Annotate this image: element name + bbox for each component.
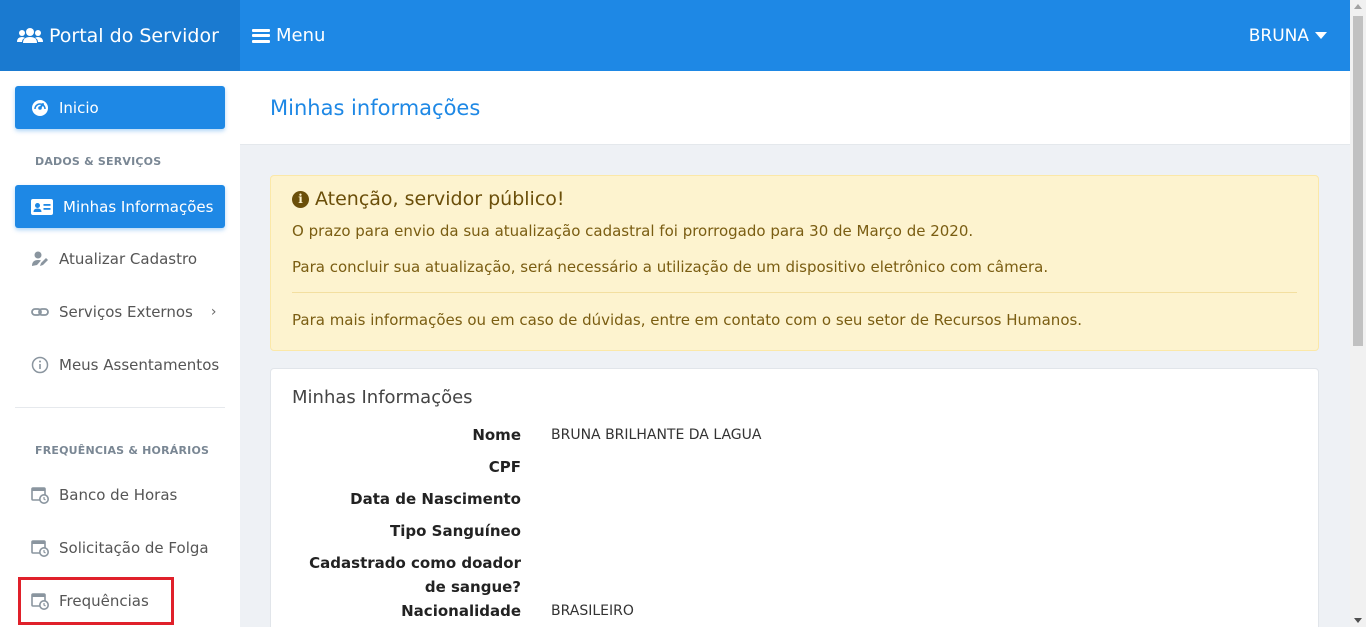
sidebar-item-meus-assentamentos[interactable]: Meus Assentamentos: [15, 343, 225, 386]
info-label: de sangue?: [424, 578, 521, 596]
sidebar-item-servicos-externos[interactable]: Serviços Externos ›: [15, 290, 225, 333]
page-header: Minhas informações: [240, 71, 1350, 145]
card-title: Minhas Informações: [292, 387, 473, 408]
sidebar-divider: [15, 407, 225, 408]
section-header-frequencias: FREQUÊNCIAS & HORÁRIOS: [35, 444, 210, 457]
sidebar: Inicio DADOS & SERVIÇOS Minhas Informaçõ…: [0, 71, 240, 627]
link-icon: [31, 307, 49, 316]
alert-text-line2: Para concluir sua atualização, será nece…: [292, 258, 1049, 276]
hamburger-icon: [252, 28, 270, 43]
menu-label: Menu: [276, 25, 326, 46]
sidebar-item-label: Inicio: [59, 98, 99, 117]
info-label: Tipo Sanguíneo: [390, 522, 521, 540]
brand[interactable]: Portal do Servidor: [0, 0, 240, 71]
info-label: CPF: [488, 458, 521, 476]
info-label: Nacionalidade: [401, 602, 521, 620]
sidebar-item-label: Solicitação de Folga: [59, 538, 209, 557]
sidebar-item-label: Frequências: [59, 591, 149, 610]
info-label: Data de Nascimento: [350, 490, 521, 508]
calendar-clock-icon: [31, 486, 49, 504]
main-content: Minhas informações i Atenção, servidor p…: [240, 71, 1350, 627]
info-value: BRUNA BRILHANTE DA LAGUA: [551, 427, 762, 443]
info-card: Minhas Informações Nome BRUNA BRILHANTE …: [270, 368, 1319, 627]
caret-down-icon: [1315, 32, 1327, 39]
alert-text-line1: O prazo para envio da sua atualização ca…: [292, 222, 974, 240]
sidebar-item-label: Atualizar Cadastro: [59, 249, 198, 268]
sidebar-item-atualizar-cadastro[interactable]: Atualizar Cadastro: [15, 237, 225, 280]
sidebar-item-label: Banco de Horas: [59, 485, 178, 504]
info-circle-icon: [31, 356, 49, 373]
scroll-up-icon[interactable]: [1354, 4, 1362, 9]
sidebar-item-minhas-informacoes[interactable]: Minhas Informações: [15, 185, 225, 228]
info-value: BRASILEIRO: [551, 603, 634, 619]
sidebar-item-label: Minhas Informações: [63, 197, 214, 216]
alert-divider: [292, 292, 1297, 293]
top-navbar: Portal do Servidor Menu BRUNA: [0, 0, 1350, 71]
info-label: Nome: [472, 426, 521, 444]
brand-title: Portal do Servidor: [49, 24, 219, 47]
menu-button[interactable]: Menu: [252, 25, 325, 46]
sidebar-item-solicitacao-de-folga[interactable]: Solicitação de Folga: [15, 526, 225, 569]
sidebar-item-label: Meus Assentamentos: [59, 355, 220, 374]
sidebar-item-frequencias[interactable]: Frequências: [15, 579, 225, 622]
sidebar-item-label: Serviços Externos: [59, 302, 193, 321]
sidebar-item-banco-de-horas[interactable]: Banco de Horas: [15, 473, 225, 516]
scroll-thumb[interactable]: [1353, 16, 1363, 346]
sidebar-item-inicio[interactable]: Inicio: [15, 86, 225, 129]
info-label: Cadastrado como doador: [309, 554, 521, 572]
user-name: BRUNA: [1248, 25, 1309, 46]
alert-title-text: Atenção, servidor público!: [315, 188, 565, 210]
calendar-clock-icon: [31, 539, 49, 557]
alert-text-line3: Para mais informações ou em caso de dúvi…: [292, 311, 1083, 329]
id-card-icon: [31, 198, 53, 215]
scrollbar[interactable]: [1350, 0, 1366, 627]
user-menu[interactable]: BRUNA: [1249, 26, 1327, 46]
chevron-right-icon: ›: [210, 303, 217, 320]
section-header-dados: DADOS & SERVIÇOS: [35, 155, 162, 168]
info-icon: i: [292, 190, 309, 208]
alert-title: i Atenção, servidor público!: [292, 188, 1297, 210]
scroll-down-icon[interactable]: [1354, 618, 1362, 623]
calendar-clock-icon: [31, 592, 49, 610]
users-icon: [17, 27, 43, 43]
dashboard-icon: [32, 99, 48, 116]
warning-alert: i Atenção, servidor público! O prazo par…: [270, 175, 1319, 351]
page-title: Minhas informações: [270, 95, 481, 120]
user-edit-icon: [32, 251, 48, 266]
